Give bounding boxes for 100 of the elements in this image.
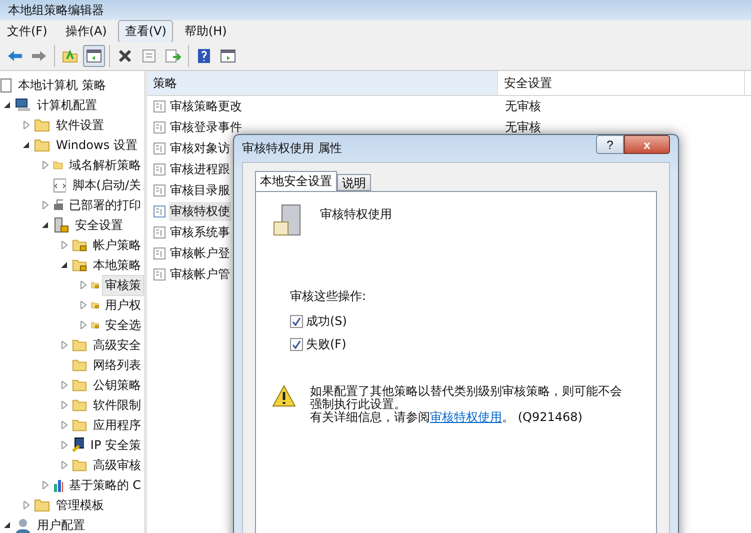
tree-item[interactable]: 基于策略的 C: [66, 474, 144, 496]
tree-item[interactable]: 脚本(启动/关: [69, 174, 144, 196]
computer-icon: [15, 98, 31, 112]
tree-item[interactable]: IP 安全策: [87, 434, 144, 456]
policy-name[interactable]: 审核策略更改: [169, 97, 243, 116]
policy-name[interactable]: 审核对象访: [169, 139, 231, 158]
server-lock-icon: [53, 217, 69, 233]
policy-icon: [153, 100, 166, 113]
collapsed-arrow-icon[interactable]: [60, 241, 69, 249]
locked-folder-icon: [72, 258, 87, 272]
tree-item[interactable]: 域名解析策略: [66, 154, 144, 176]
collapsed-arrow-icon[interactable]: [41, 201, 50, 209]
tree-item[interactable]: 用户权: [102, 294, 144, 316]
dialog-tab[interactable]: 本地安全设置: [255, 171, 337, 191]
tree-item[interactable]: 高级审核: [90, 454, 144, 476]
tree-item[interactable]: 软件设置: [53, 114, 107, 136]
collapsed-arrow-icon[interactable]: [79, 301, 88, 309]
expanded-arrow-icon[interactable]: [22, 141, 31, 149]
folder-icon: [72, 418, 87, 432]
collapsed-arrow-icon[interactable]: [79, 281, 88, 289]
collapsed-arrow-icon[interactable]: [41, 481, 50, 489]
expanded-arrow-icon[interactable]: [3, 521, 12, 529]
menu-item[interactable]: 操作(A): [58, 20, 114, 42]
action-pane-icon: [220, 49, 236, 63]
tree-item[interactable]: 管理模板: [53, 494, 107, 516]
folder-icon: [72, 338, 87, 352]
collapsed-arrow-icon[interactable]: [60, 381, 69, 389]
collapsed-arrow-icon[interactable]: [60, 341, 69, 349]
checkbox[interactable]: [290, 315, 303, 328]
tree-item[interactable]: 安全设置: [72, 214, 126, 236]
help-icon: [197, 48, 211, 64]
policy-heading: 审核特权使用: [320, 206, 392, 223]
policy-name[interactable]: 审核进程跟: [169, 160, 231, 179]
tree-item[interactable]: 公钥策略: [90, 374, 144, 396]
tree-item[interactable]: Windows 设置: [53, 134, 140, 156]
tree-item[interactable]: 本地计算机 策略: [15, 74, 109, 96]
security-setting: 无审核: [504, 98, 541, 115]
folder-icon: [72, 398, 87, 412]
tree-item[interactable]: 计算机配置: [34, 94, 100, 116]
policy-icon: [153, 163, 166, 176]
menu-item[interactable]: 文件(F): [0, 20, 54, 42]
tree-item[interactable]: 软件限制: [90, 394, 144, 416]
forward-arrow-icon: [31, 50, 47, 62]
tree-item[interactable]: 帐户策略: [90, 234, 144, 256]
policy-name[interactable]: 审核系统事: [169, 223, 231, 242]
script-icon: [53, 178, 66, 192]
menu-item[interactable]: 查看(V): [118, 20, 174, 42]
warning-icon: [272, 385, 296, 407]
properties-icon: [142, 49, 156, 63]
folder-icon: [72, 378, 87, 392]
policy-icon: [153, 121, 166, 134]
toolbar-button[interactable]: [83, 45, 105, 67]
policy-link[interactable]: 审核特权使用: [430, 410, 502, 424]
tree-item[interactable]: 已部署的打印: [66, 194, 144, 216]
window-title: 本地组策略编辑器: [8, 2, 104, 18]
tree-item[interactable]: 网络列表: [90, 354, 144, 376]
collapsed-arrow-icon[interactable]: [79, 321, 88, 329]
policy-icon: [153, 268, 166, 281]
collapsed-arrow-icon[interactable]: [41, 161, 50, 169]
dialog-tab[interactable]: 说明: [337, 174, 371, 191]
collapsed-arrow-icon[interactable]: [60, 401, 69, 409]
checkbox[interactable]: [290, 338, 303, 351]
collapsed-arrow-icon[interactable]: [22, 121, 31, 129]
tree-item[interactable]: 应用程序: [90, 414, 144, 436]
collapsed-arrow-icon[interactable]: [60, 441, 69, 449]
folder-icon: [72, 458, 87, 472]
back-arrow-icon: [7, 50, 23, 62]
policy-name[interactable]: 审核登录事件: [169, 118, 243, 137]
group-label: 审核这些操作:: [290, 288, 368, 305]
menu-item[interactable]: 帮助(H): [177, 20, 234, 42]
column-header[interactable]: 策略: [147, 71, 498, 95]
collapsed-arrow-icon[interactable]: [22, 501, 31, 509]
tree-item[interactable]: 用户配置: [34, 514, 88, 533]
tree-item[interactable]: 本地策略: [90, 254, 144, 276]
user-icon: [15, 518, 31, 532]
monitor-key-icon: [72, 437, 84, 453]
close-icon: [118, 49, 132, 63]
policy-icon: [153, 205, 166, 218]
warning-text: 强制执行此设置。: [310, 398, 407, 411]
security-setting: 无审核: [504, 119, 541, 136]
policy-name[interactable]: 审核帐户登: [169, 244, 231, 263]
expanded-arrow-icon[interactable]: [60, 261, 69, 269]
expanded-arrow-icon[interactable]: [3, 101, 12, 109]
policy-name[interactable]: 审核帐户管: [169, 265, 231, 284]
policy-name[interactable]: 审核特权使: [169, 202, 231, 221]
collapsed-arrow-icon[interactable]: [60, 421, 69, 429]
tree-item[interactable]: 审核策: [102, 274, 144, 296]
folder-icon: [34, 138, 50, 152]
warning-text: 如果配置了其他策略以替代类别级别审核策略，则可能不会: [310, 385, 622, 398]
collapsed-arrow-icon[interactable]: [60, 461, 69, 469]
tree-item[interactable]: 高级安全: [90, 334, 144, 356]
expanded-arrow-icon[interactable]: [41, 221, 50, 229]
policy-name[interactable]: 审核目录服: [169, 181, 231, 200]
tree-item[interactable]: 安全选: [102, 314, 144, 336]
policy-icon: [153, 142, 166, 155]
export-list-icon: [165, 49, 181, 63]
help-button[interactable]: ?: [596, 135, 624, 154]
info-text: 有关详细信息，请参阅审核特权使用。 (Q921468): [310, 411, 584, 424]
locked-folder-icon: [72, 238, 87, 252]
bar-chart-icon: [53, 478, 63, 492]
